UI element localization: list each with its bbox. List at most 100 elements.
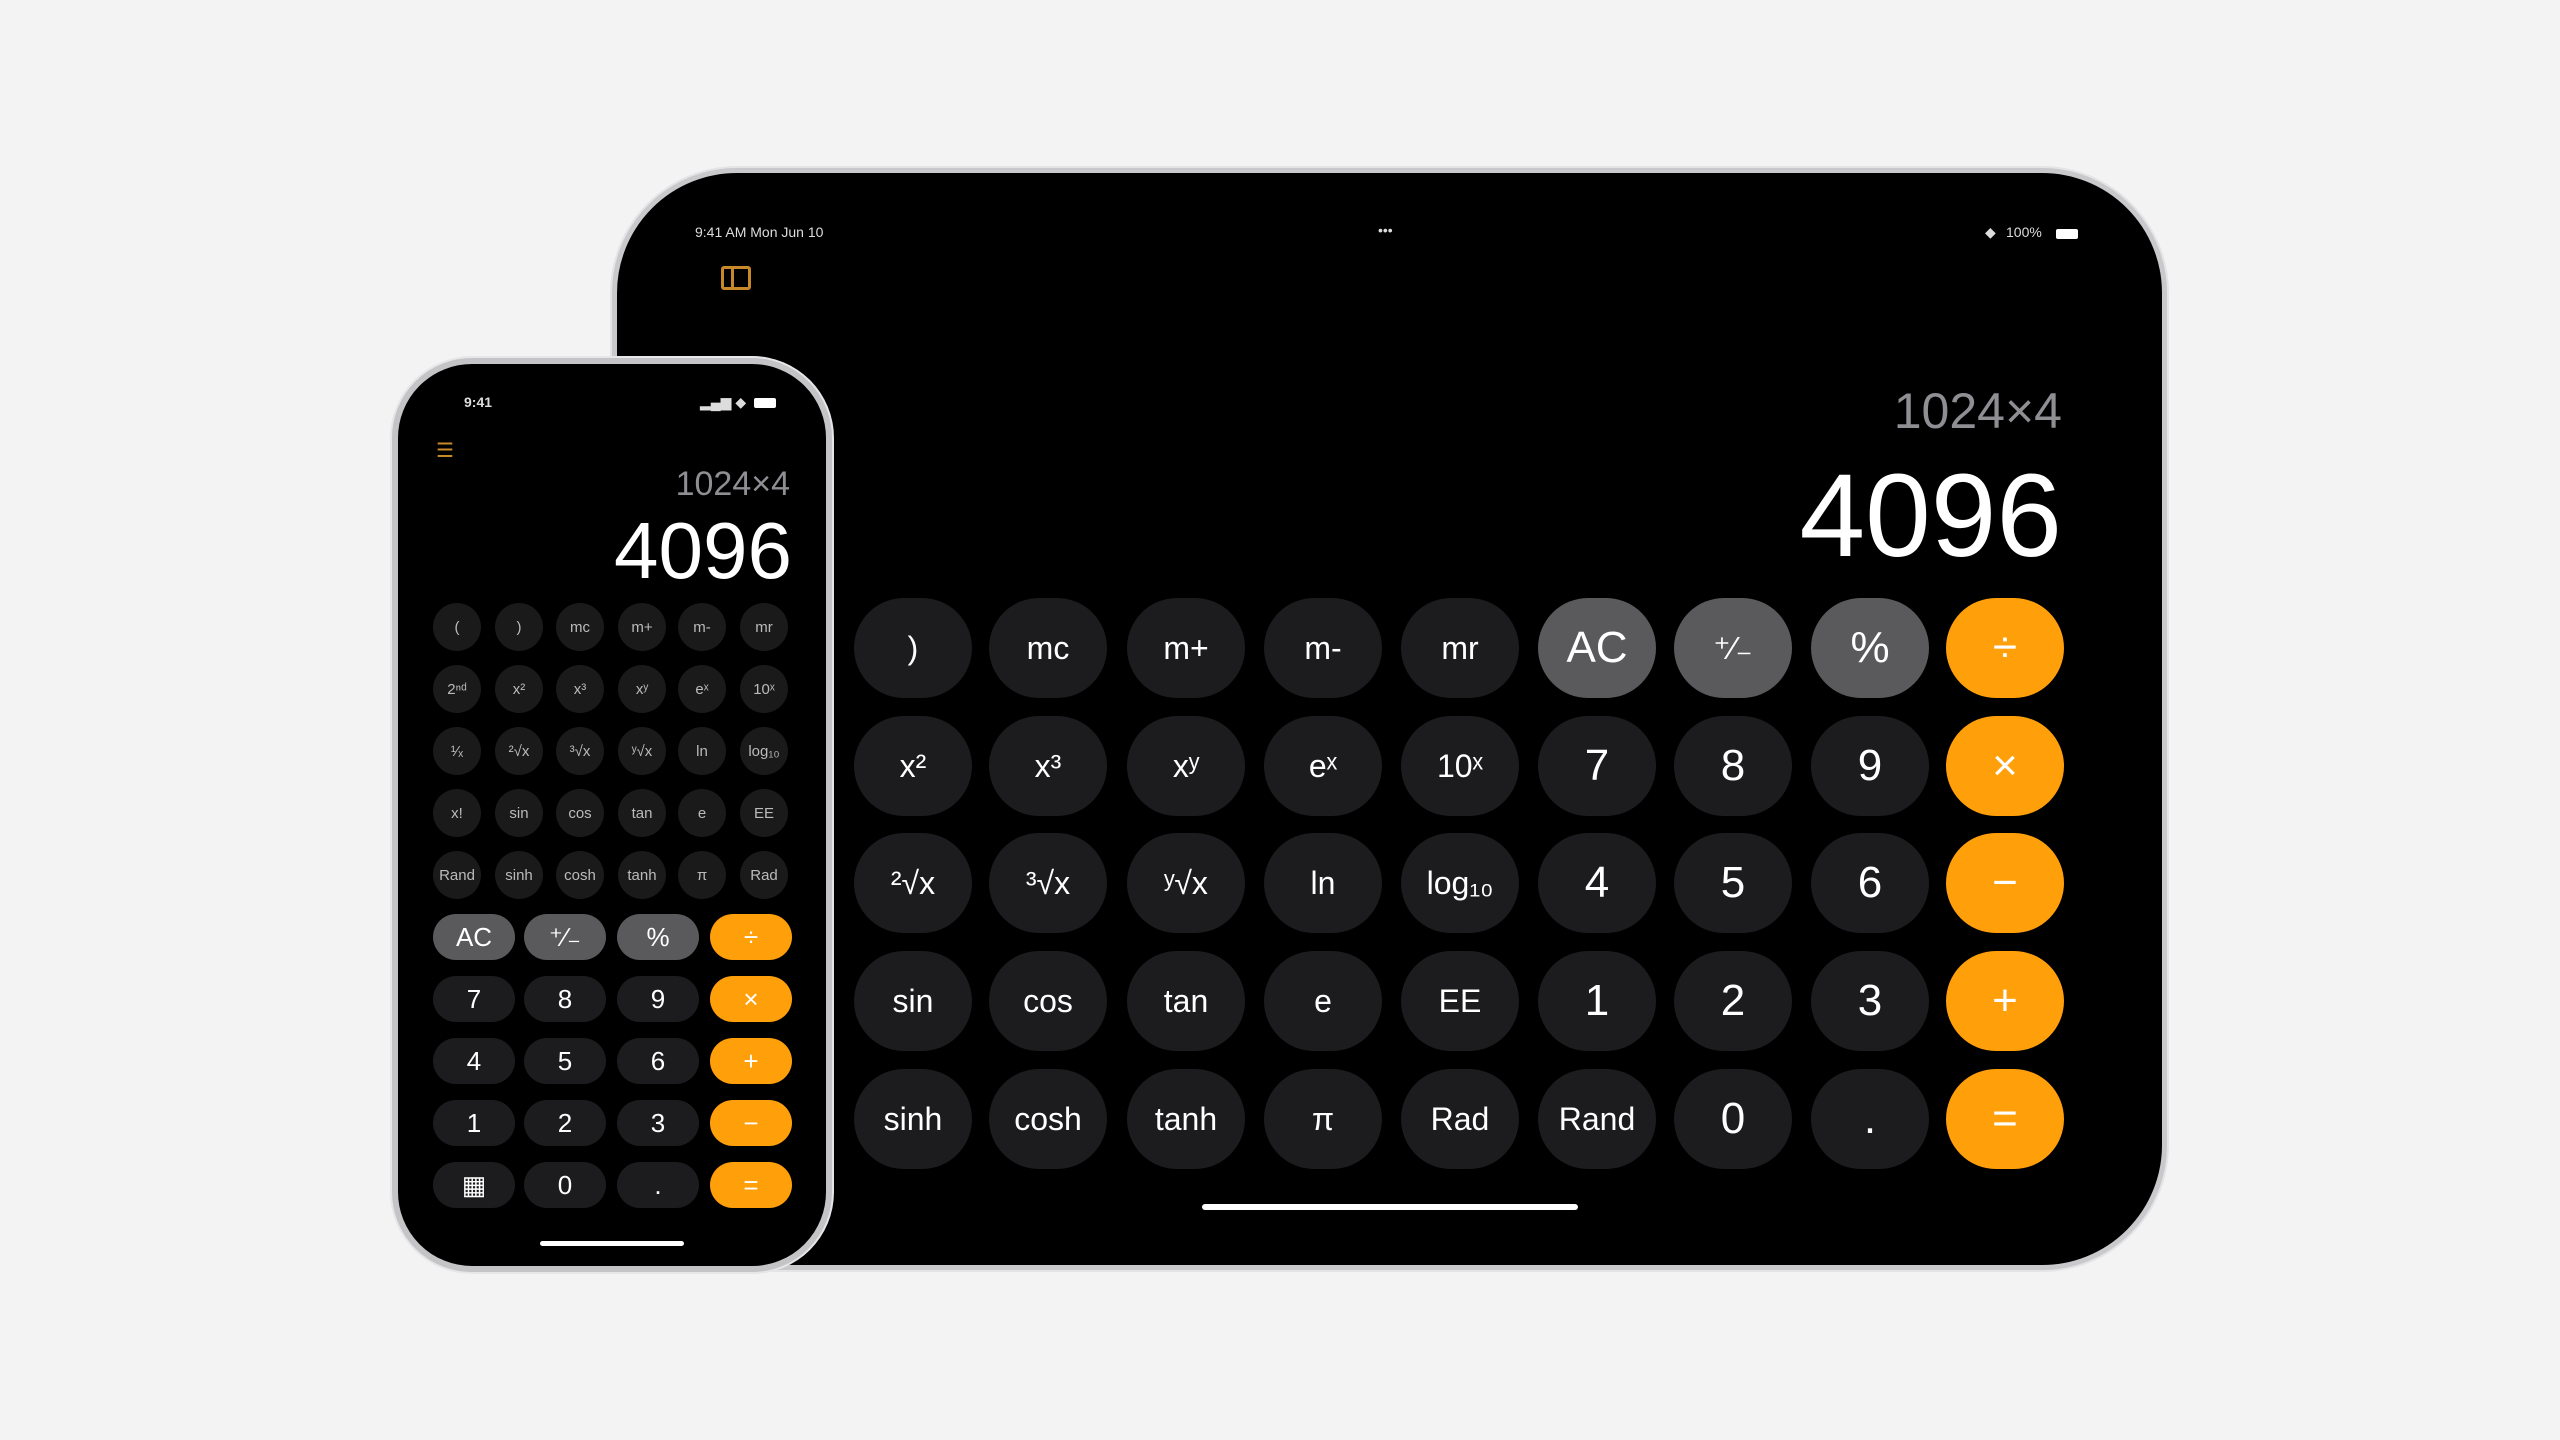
ipad-key-button[interactable]: ʸ√x: [1127, 833, 1245, 933]
ipad-key-button[interactable]: m+: [1127, 598, 1245, 698]
iphone-sci-key-button[interactable]: ³√x: [556, 727, 604, 775]
iphone-sci-key-button[interactable]: 10ˣ: [740, 665, 788, 713]
iphone-sci-key-button[interactable]: sin: [495, 789, 543, 837]
iphone-key-button[interactable]: ÷: [710, 914, 792, 960]
iphone-sci-key-button[interactable]: cosh: [556, 851, 604, 899]
iphone-sci-key-button[interactable]: m+: [618, 603, 666, 651]
iphone-sci-key-button[interactable]: 2ⁿᵈ: [433, 665, 481, 713]
ipad-key-button[interactable]: −: [1946, 833, 2064, 933]
iphone-sci-key-button[interactable]: π: [678, 851, 726, 899]
ipad-key-button[interactable]: sinh: [854, 1069, 972, 1169]
ipad-key-button[interactable]: m-: [1264, 598, 1382, 698]
iphone-key-button[interactable]: 9: [617, 976, 699, 1022]
ipad-key-button[interactable]: eˣ: [1264, 716, 1382, 816]
ipad-key-button[interactable]: ln: [1264, 833, 1382, 933]
iphone-key-button[interactable]: 5: [524, 1038, 606, 1084]
ipad-key-button[interactable]: cos: [989, 951, 1107, 1051]
ipad-key-button[interactable]: ⁺∕₋: [1674, 598, 1792, 698]
ipad-key-button[interactable]: 4: [1538, 833, 1656, 933]
ipad-key-button[interactable]: 0: [1674, 1069, 1792, 1169]
iphone-key-button[interactable]: 1: [433, 1100, 515, 1146]
ipad-key-button[interactable]: %: [1811, 598, 1929, 698]
ipad-key-button[interactable]: ³√x: [989, 833, 1107, 933]
ipad-key-button[interactable]: 5: [1674, 833, 1792, 933]
calculator-icon-button[interactable]: ▦: [433, 1162, 515, 1208]
iphone-home-indicator[interactable]: [540, 1241, 684, 1246]
ipad-key-button[interactable]: Rad: [1401, 1069, 1519, 1169]
iphone-key-button[interactable]: 3: [617, 1100, 699, 1146]
iphone-key-button[interactable]: 4: [433, 1038, 515, 1084]
iphone-key-button[interactable]: 2: [524, 1100, 606, 1146]
iphone-key-button[interactable]: ⁺∕₋: [524, 914, 606, 960]
iphone-sci-key-button[interactable]: x³: [556, 665, 604, 713]
multitask-dots[interactable]: •••: [1378, 222, 1393, 238]
iphone-sci-key-button[interactable]: mr: [740, 603, 788, 651]
iphone-sci-key-button[interactable]: tan: [618, 789, 666, 837]
iphone-key-button[interactable]: %: [617, 914, 699, 960]
iphone-key-button[interactable]: +: [710, 1038, 792, 1084]
iphone-sci-key-button[interactable]: Rad: [740, 851, 788, 899]
iphone-sci-key-button[interactable]: m-: [678, 603, 726, 651]
ipad-key-button[interactable]: 8: [1674, 716, 1792, 816]
iphone-sci-key-button[interactable]: ): [495, 603, 543, 651]
iphone-sci-key-button[interactable]: cos: [556, 789, 604, 837]
ipad-key-button[interactable]: 3: [1811, 951, 1929, 1051]
ipad-key-button[interactable]: tan: [1127, 951, 1245, 1051]
iphone-key-button[interactable]: AC: [433, 914, 515, 960]
iphone-key-button[interactable]: 7: [433, 976, 515, 1022]
ipad-key-button[interactable]: 6: [1811, 833, 1929, 933]
list-icon[interactable]: ☰: [436, 438, 454, 463]
ipad-key-button[interactable]: 2: [1674, 951, 1792, 1051]
ipad-key-button[interactable]: 7: [1538, 716, 1656, 816]
iphone-sci-key-button[interactable]: ¹⁄ₓ: [433, 727, 481, 775]
ipad-key-button[interactable]: ): [854, 598, 972, 698]
ipad-key-button[interactable]: =: [1946, 1069, 2064, 1169]
iphone-sci-key-button[interactable]: ln: [678, 727, 726, 775]
iphone-sci-key-button[interactable]: log₁₀: [740, 727, 788, 775]
ipad-key-button[interactable]: 1: [1538, 951, 1656, 1051]
ipad-key-button[interactable]: x²: [854, 716, 972, 816]
ipad-key-button[interactable]: x³: [989, 716, 1107, 816]
ipad-key-button[interactable]: cosh: [989, 1069, 1107, 1169]
ipad-key-button[interactable]: .: [1811, 1069, 1929, 1169]
iphone-sci-key-button[interactable]: xʸ: [618, 665, 666, 713]
sidebar-icon[interactable]: [721, 266, 751, 290]
iphone-sci-key-button[interactable]: mc: [556, 603, 604, 651]
iphone-key-button[interactable]: 6: [617, 1038, 699, 1084]
ipad-key-button[interactable]: xʸ: [1127, 716, 1245, 816]
ipad-key-button[interactable]: ²√x: [854, 833, 972, 933]
iphone-sci-key-button[interactable]: e: [678, 789, 726, 837]
iphone-key-button[interactable]: −: [710, 1100, 792, 1146]
ipad-key-button[interactable]: Rand: [1538, 1069, 1656, 1169]
iphone-sci-key-button[interactable]: x!: [433, 789, 481, 837]
ipad-key-button[interactable]: 9: [1811, 716, 1929, 816]
ipad-key-button[interactable]: ÷: [1946, 598, 2064, 698]
ipad-key-button[interactable]: +: [1946, 951, 2064, 1051]
ipad-key-button[interactable]: e: [1264, 951, 1382, 1051]
ipad-key-button[interactable]: sin: [854, 951, 972, 1051]
ipad-key-button[interactable]: 10ˣ: [1401, 716, 1519, 816]
iphone-sci-key-button[interactable]: tanh: [618, 851, 666, 899]
iphone-sci-key-button[interactable]: ²√x: [495, 727, 543, 775]
iphone-key-button[interactable]: 0: [524, 1162, 606, 1208]
iphone-sci-key-button[interactable]: Rand: [433, 851, 481, 899]
ipad-key-button[interactable]: ×: [1946, 716, 2064, 816]
iphone-sci-key-button[interactable]: ʸ√x: [618, 727, 666, 775]
iphone-key-button[interactable]: ×: [710, 976, 792, 1022]
iphone-sci-key-button[interactable]: eˣ: [678, 665, 726, 713]
iphone-sci-key-button[interactable]: sinh: [495, 851, 543, 899]
iphone-sci-key-button[interactable]: (: [433, 603, 481, 651]
ipad-key-button[interactable]: AC: [1538, 598, 1656, 698]
iphone-key-button[interactable]: .: [617, 1162, 699, 1208]
iphone-sci-key-button[interactable]: EE: [740, 789, 788, 837]
ipad-home-indicator[interactable]: [1202, 1204, 1578, 1210]
iphone-sci-key-button[interactable]: x²: [495, 665, 543, 713]
ipad-key-button[interactable]: tanh: [1127, 1069, 1245, 1169]
ipad-key-button[interactable]: EE: [1401, 951, 1519, 1051]
ipad-key-button[interactable]: mr: [1401, 598, 1519, 698]
ipad-key-button[interactable]: π: [1264, 1069, 1382, 1169]
ipad-key-button[interactable]: log₁₀: [1401, 833, 1519, 933]
iphone-key-button[interactable]: 8: [524, 976, 606, 1022]
iphone-key-button[interactable]: =: [710, 1162, 792, 1208]
ipad-key-button[interactable]: mc: [989, 598, 1107, 698]
